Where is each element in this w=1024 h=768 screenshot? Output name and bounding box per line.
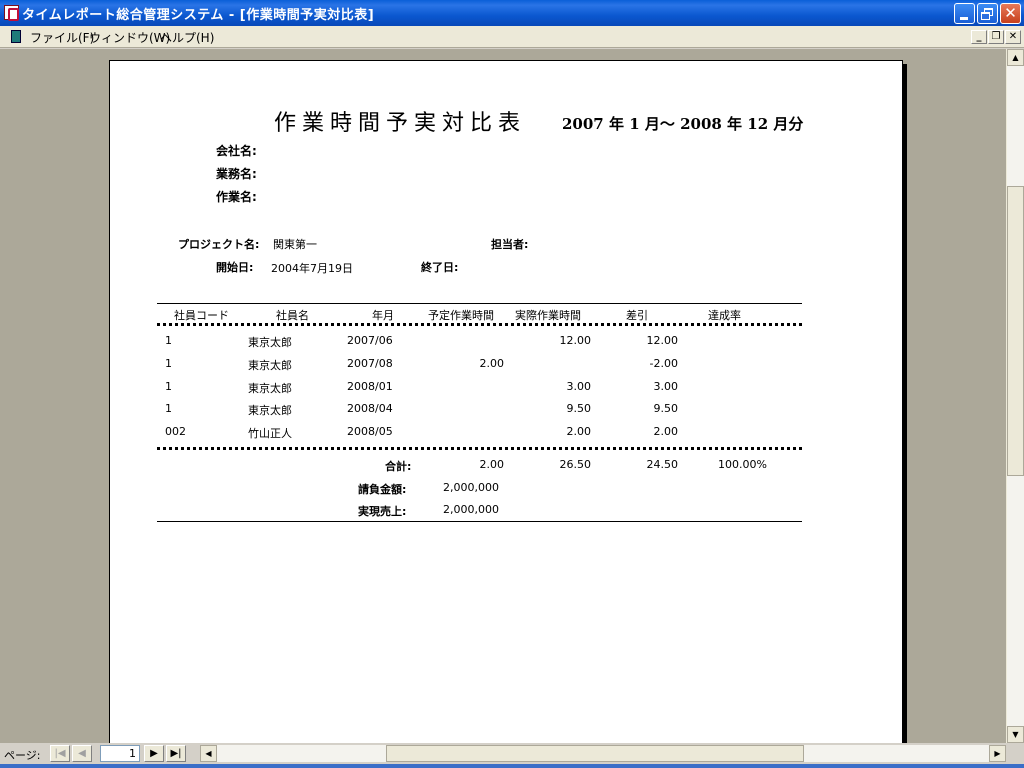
total-rate: 100.00% (718, 458, 767, 471)
mdi-close-button[interactable]: ✕ (1005, 30, 1021, 44)
col-header-planned: 予定作業時間 (428, 309, 494, 322)
taskbar-strip (0, 764, 1024, 768)
cell-code: 1 (165, 402, 172, 415)
cell-actual: 9.50 (566, 402, 592, 415)
report-preview-area[interactable]: 作業時間予実対比表 2007 年 1 月～ 2008 年 12 月分 会社名: … (0, 49, 1006, 743)
billing-label: 請負金額: (358, 483, 407, 496)
total-actual: 26.50 (559, 458, 592, 471)
work-label: 作業名: (216, 190, 257, 204)
col-header-rate: 達成率 (708, 309, 741, 322)
cell-code: 1 (165, 380, 172, 393)
scroll-down-button[interactable]: ▼ (1007, 726, 1024, 743)
next-page-button[interactable]: ▶ (144, 745, 164, 762)
menu-file[interactable]: ファイル(F) (30, 29, 94, 46)
col-header-code: 社員コード (174, 309, 229, 322)
cell-code: 1 (165, 334, 172, 347)
cell-diff: 2.00 (653, 425, 679, 438)
cell-month: 2008/05 (347, 425, 393, 438)
manager-label: 担当者: (491, 238, 529, 251)
page-label: ページ: (4, 749, 41, 762)
sales-label: 実現売上: (358, 505, 407, 518)
col-header-name: 社員名 (276, 309, 309, 322)
cell-diff: -2.00 (649, 357, 678, 370)
scroll-right-button[interactable]: ▶ (989, 745, 1006, 762)
start-value: 2004年7月19日 (271, 262, 353, 275)
total-diff: 24.50 (646, 458, 679, 471)
cell-name: 竹山正人 (248, 427, 292, 440)
cell-month: 2007/08 (347, 357, 393, 370)
scroll-left-button[interactable]: ◀ (200, 745, 217, 762)
last-page-button[interactable]: ▶| (166, 745, 186, 762)
app-key-icon[interactable] (4, 5, 19, 21)
title-bar[interactable]: タイムレポート総合管理システム - [作業時間予実対比表] ✕ (0, 0, 1024, 26)
report-page: 作業時間予実対比表 2007 年 1 月～ 2008 年 12 月分 会社名: … (109, 60, 903, 743)
start-label: 開始日: (216, 261, 254, 274)
company-label: 会社名: (216, 144, 257, 158)
cell-diff: 3.00 (653, 380, 679, 393)
cell-name: 東京太郎 (248, 359, 292, 372)
horizontal-scrollbar[interactable]: ◀ ▶ (200, 745, 1006, 762)
cell-month: 2008/04 (347, 402, 393, 415)
cell-code: 002 (165, 425, 186, 438)
col-header-month: 年月 (372, 309, 394, 322)
restore-button[interactable] (977, 3, 998, 24)
page-number-input[interactable]: 1 (100, 745, 140, 762)
cell-name: 東京太郎 (248, 336, 292, 349)
horizontal-scroll-thumb[interactable] (386, 745, 804, 762)
cell-actual: 2.00 (566, 425, 592, 438)
footer-dotted-rule (157, 447, 802, 450)
document-icon[interactable] (11, 30, 21, 43)
menu-bar: ファイル(F) ウィンドウ(W) ヘルプ(H) _ ❐ ✕ (0, 26, 1024, 48)
header-top-rule (157, 303, 802, 304)
first-page-button[interactable]: |◀ (50, 745, 70, 762)
prev-page-button[interactable]: ◀ (72, 745, 92, 762)
mdi-minimize-button[interactable]: _ (971, 30, 987, 44)
footer-bottom-rule (157, 521, 802, 522)
close-button[interactable]: ✕ (1000, 3, 1021, 24)
cell-month: 2007/06 (347, 334, 393, 347)
col-header-actual: 実際作業時間 (515, 309, 581, 322)
minimize-icon (960, 17, 968, 20)
cell-name: 東京太郎 (248, 382, 292, 395)
project-value: 関東第一 (273, 238, 317, 251)
menu-help[interactable]: ヘルプ(H) (160, 29, 214, 46)
business-label: 業務名: (216, 167, 257, 181)
cell-diff: 9.50 (653, 402, 679, 415)
cell-planned: 2.00 (479, 357, 505, 370)
cell-name: 東京太郎 (248, 404, 292, 417)
mdi-restore-button[interactable]: ❐ (988, 30, 1004, 44)
total-planned: 2.00 (479, 458, 505, 471)
window-title: タイムレポート総合管理システム - [作業時間予実対比表] (22, 8, 375, 23)
menu-window[interactable]: ウィンドウ(W) (89, 29, 170, 46)
cell-diff: 12.00 (646, 334, 679, 347)
header-dotted-rule (157, 323, 802, 326)
minimize-button[interactable] (954, 3, 975, 24)
report-title: 作業時間予実対比表 (274, 111, 527, 136)
total-label: 合計: (385, 460, 412, 473)
cell-code: 1 (165, 357, 172, 370)
cell-month: 2008/01 (347, 380, 393, 393)
sales-value: 2,000,000 (443, 503, 499, 516)
cell-actual: 3.00 (566, 380, 592, 393)
restore-icon-back (981, 12, 990, 20)
vertical-scroll-thumb[interactable] (1007, 186, 1024, 476)
close-icon: ✕ (1004, 4, 1017, 22)
report-period: 2007 年 1 月～ 2008 年 12 月分 (562, 115, 804, 133)
project-label: プロジェクト名: (178, 238, 260, 251)
end-label: 終了日: (421, 261, 459, 274)
cell-actual: 12.00 (559, 334, 592, 347)
vertical-scrollbar[interactable]: ▲ ▼ (1006, 49, 1024, 743)
scroll-up-button[interactable]: ▲ (1007, 49, 1024, 66)
billing-value: 2,000,000 (443, 481, 499, 494)
col-header-diff: 差引 (626, 309, 648, 322)
